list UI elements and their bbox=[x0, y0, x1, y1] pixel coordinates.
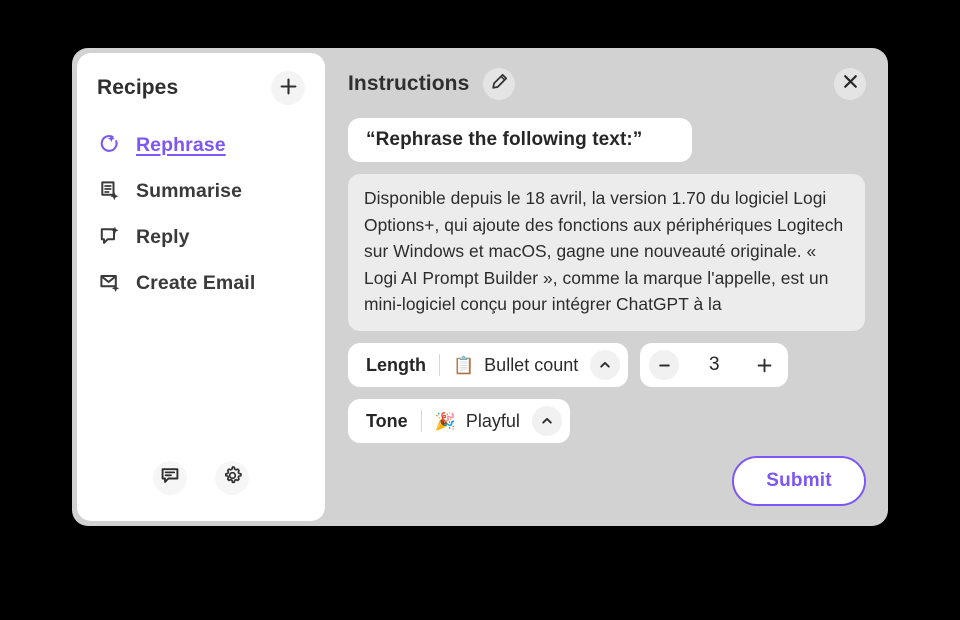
rephrase-sparkle-icon bbox=[97, 132, 123, 158]
sidebar-item-rephrase[interactable]: Rephrase bbox=[97, 127, 305, 163]
divider bbox=[420, 410, 422, 432]
instructions-header: Instructions bbox=[348, 66, 866, 102]
increment-button[interactable] bbox=[749, 350, 779, 380]
sidebar-title: Recipes bbox=[97, 76, 179, 99]
length-controls-row: Length 📋 Bullet count 3 bbox=[348, 343, 866, 387]
sidebar-footer bbox=[77, 461, 325, 521]
sidebar-item-reply[interactable]: Reply bbox=[97, 219, 305, 255]
sidebar-item-label: Create Email bbox=[136, 271, 256, 294]
pencil-icon bbox=[491, 73, 508, 95]
envelope-sparkle-icon bbox=[97, 270, 123, 296]
document-sparkle-icon bbox=[97, 178, 123, 204]
feedback-icon bbox=[160, 466, 180, 491]
recipes-sidebar: Recipes Rephrase Summarise Reply Create … bbox=[77, 53, 325, 521]
tone-selector[interactable]: Tone 🎉 Playful bbox=[348, 399, 570, 443]
source-text-area[interactable]: Disponible depuis le 18 avril, la versio… bbox=[348, 174, 865, 331]
tone-chevron-up-icon[interactable] bbox=[531, 406, 562, 436]
length-chevron-up-icon[interactable] bbox=[590, 350, 621, 380]
sidebar-item-label: Reply bbox=[136, 225, 190, 248]
tone-value: Playful bbox=[465, 410, 520, 431]
close-button[interactable] bbox=[834, 68, 866, 100]
clipboard-emoji: 📋 bbox=[453, 355, 475, 375]
sidebar-item-label: Summarise bbox=[136, 179, 243, 202]
page-title: Instructions bbox=[348, 72, 470, 95]
sidebar-item-summarise[interactable]: Summarise bbox=[97, 173, 305, 209]
chat-bubble-sparkle-icon bbox=[97, 224, 123, 250]
sidebar-item-create-email[interactable]: Create Email bbox=[97, 265, 305, 301]
sidebar-item-label: Rephrase bbox=[136, 133, 226, 156]
source-text: Disponible depuis le 18 avril, la versio… bbox=[364, 188, 844, 314]
app-window: Recipes Rephrase Summarise Reply Create … bbox=[72, 48, 888, 526]
instructions-panel: Instructions “Rephrase the following tex… bbox=[330, 48, 888, 526]
close-icon bbox=[842, 73, 859, 95]
recipe-list: Rephrase Summarise Reply Create Email bbox=[77, 127, 325, 461]
bullet-count-stepper[interactable]: 3 bbox=[640, 343, 789, 387]
instruction-prompt-input[interactable]: “Rephrase the following text:” bbox=[348, 118, 692, 162]
divider bbox=[439, 354, 440, 376]
length-label: Length bbox=[366, 354, 426, 375]
gear-icon bbox=[222, 465, 243, 491]
sidebar-header: Recipes bbox=[77, 53, 325, 105]
tone-label: Tone bbox=[366, 410, 408, 431]
add-recipe-button[interactable] bbox=[271, 71, 305, 105]
edit-instructions-button[interactable] bbox=[483, 68, 516, 100]
length-selector[interactable]: Length 📋 Bullet count bbox=[348, 343, 629, 387]
tone-controls-row: Tone 🎉 Playful bbox=[348, 399, 866, 443]
submit-row: Submit bbox=[732, 456, 866, 506]
submit-button[interactable]: Submit bbox=[732, 456, 866, 506]
party-popper-emoji: 🎉 bbox=[434, 411, 456, 431]
decrement-button[interactable] bbox=[649, 350, 680, 380]
feedback-button[interactable] bbox=[153, 461, 187, 495]
bullet-count-value: 3 bbox=[708, 354, 720, 375]
plus-icon bbox=[280, 78, 297, 98]
settings-button[interactable] bbox=[215, 461, 249, 495]
screen: Recipes Rephrase Summarise Reply Create … bbox=[0, 0, 960, 620]
length-value: Bullet count bbox=[484, 354, 579, 375]
